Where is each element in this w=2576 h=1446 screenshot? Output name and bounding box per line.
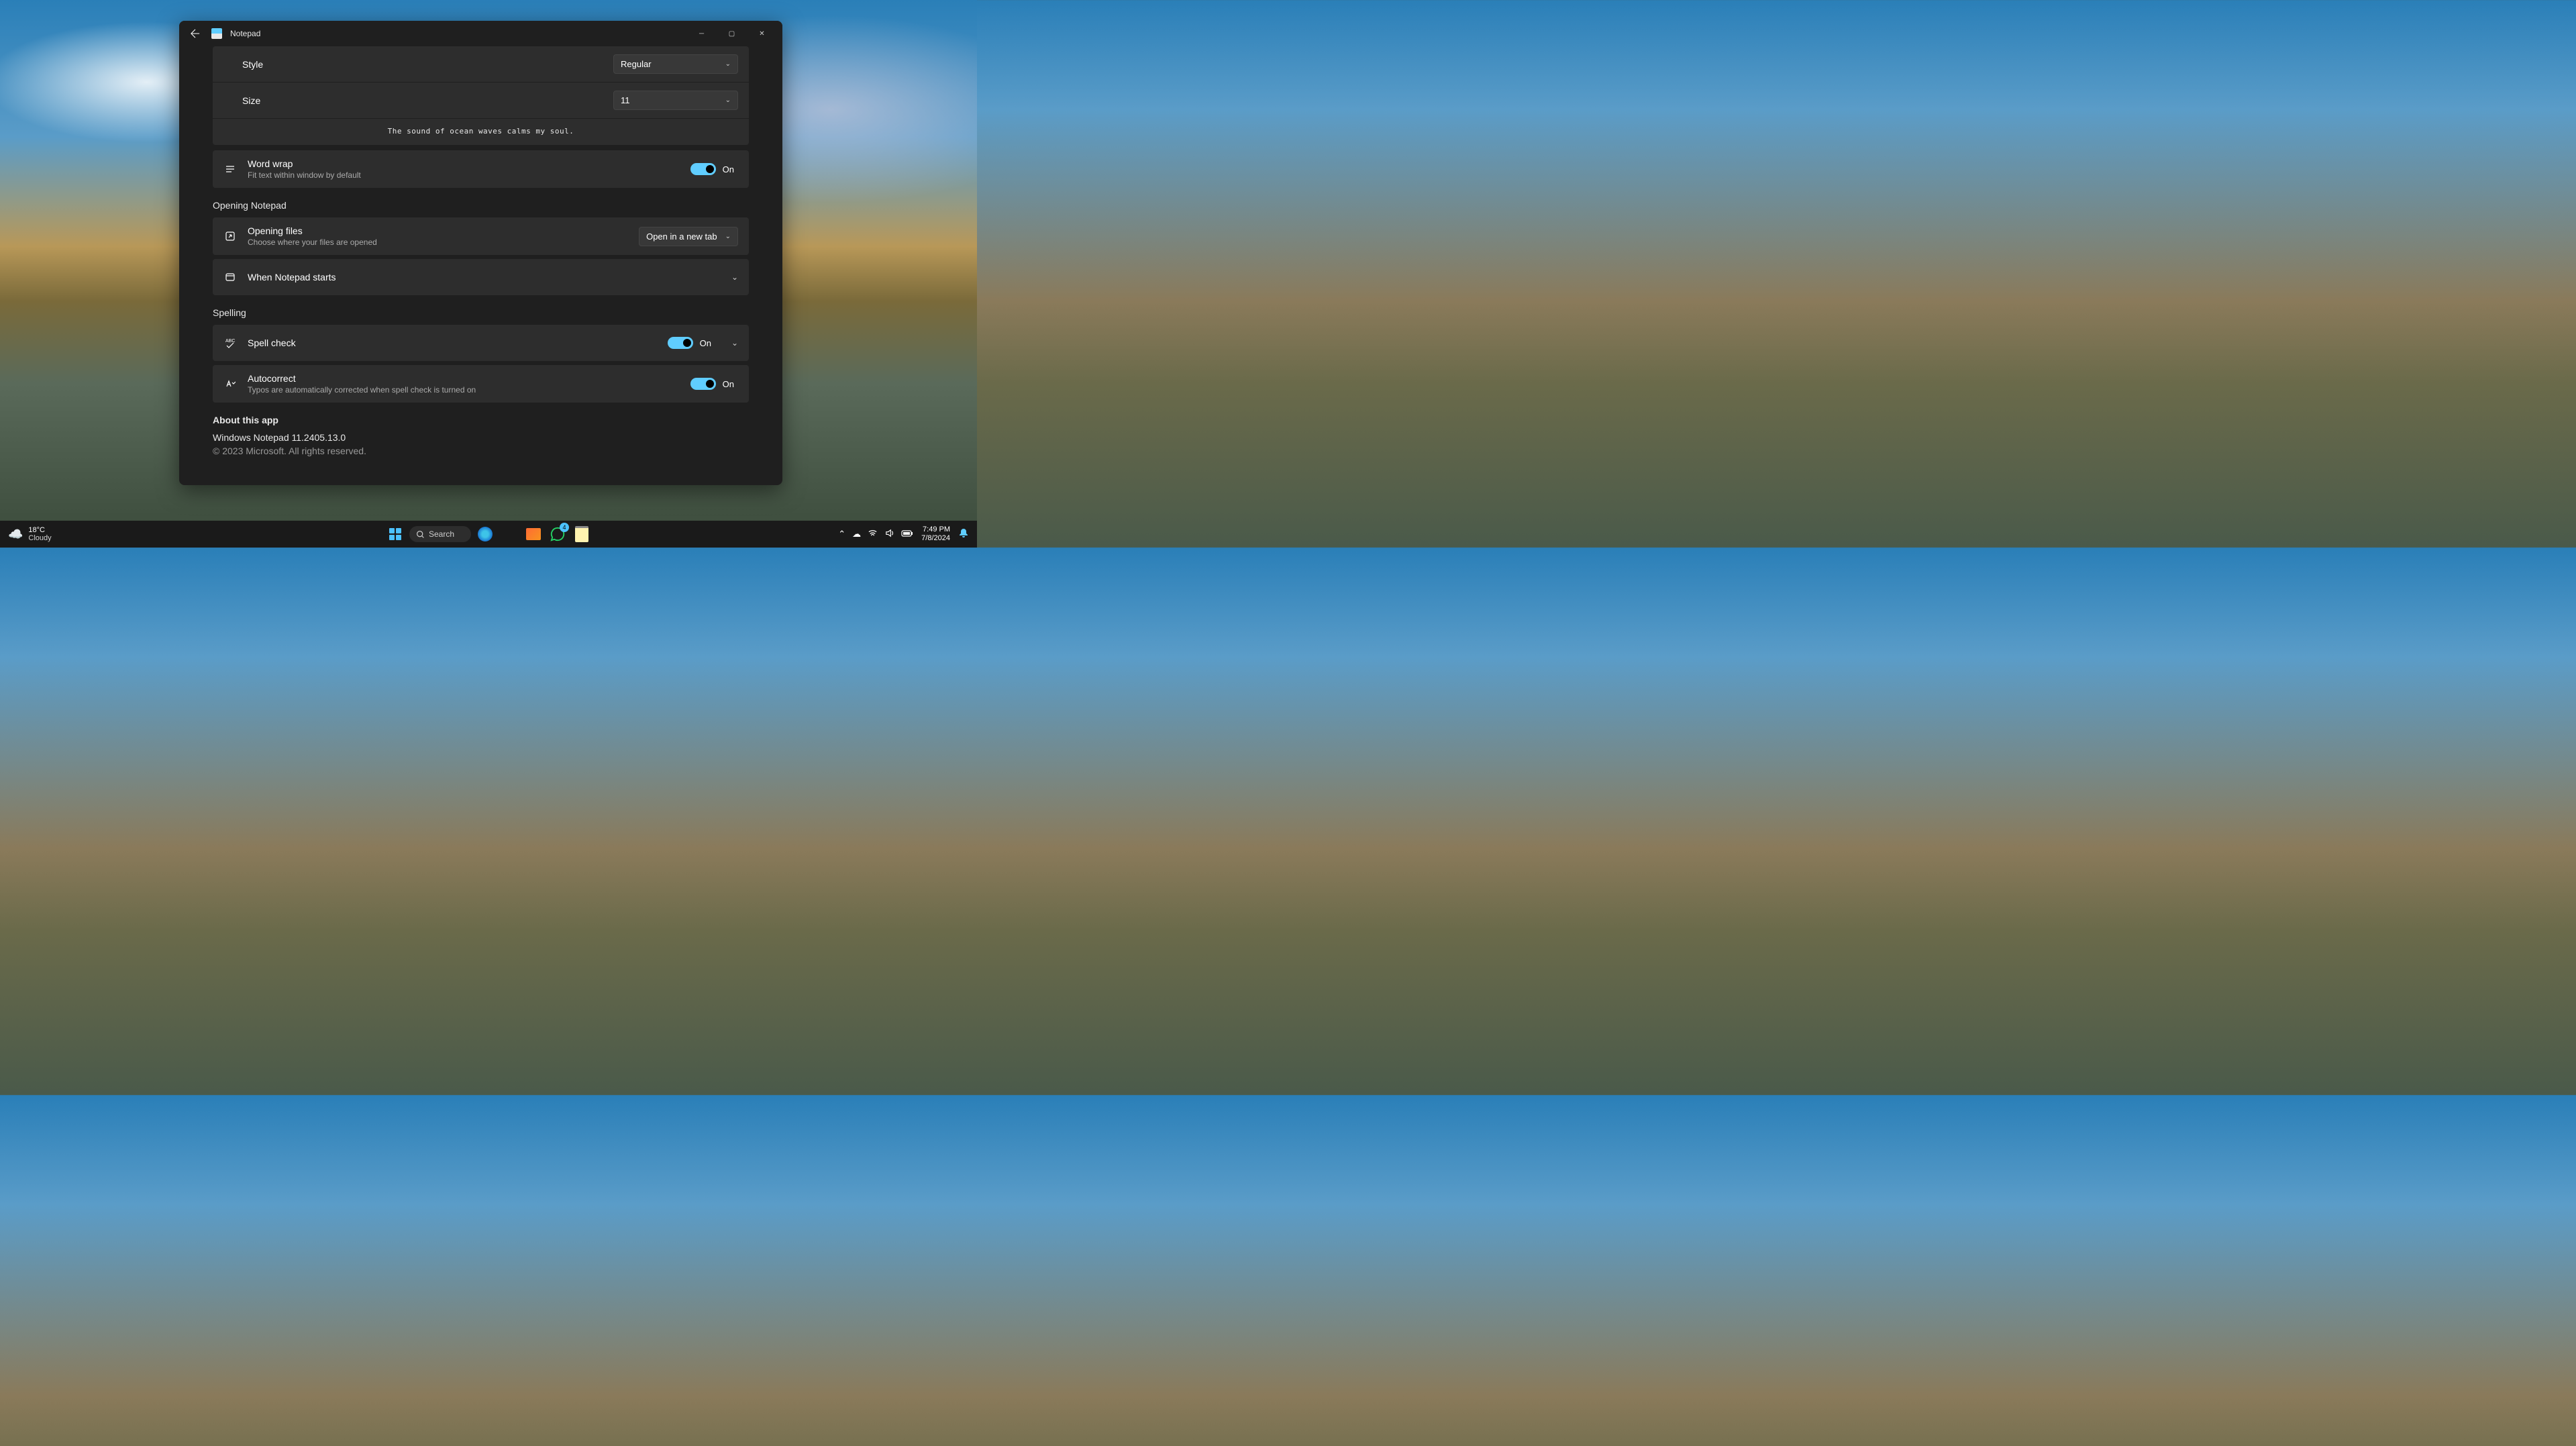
autocorrect-title: Autocorrect [248, 373, 690, 384]
settings-content: Style Regular ⌄ Size 11 ⌄ The sound of o… [179, 46, 782, 485]
font-size-value: 11 [621, 95, 630, 105]
weather-widget[interactable]: ☁️ 18°C Cloudy [8, 526, 52, 542]
autocorrect-row: Autocorrect Typos are automatically corr… [213, 365, 749, 403]
opening-files-dropdown[interactable]: Open in a new tab ⌄ [639, 227, 738, 246]
arrow-left-icon [191, 29, 200, 38]
opening-files-desc: Choose where your files are opened [248, 238, 639, 247]
word-wrap-title: Word wrap [248, 158, 690, 169]
font-style-value: Regular [621, 59, 652, 69]
spellcheck-icon: ABC [223, 336, 237, 350]
wifi-icon[interactable] [868, 528, 878, 540]
section-spelling: Spelling [213, 307, 749, 318]
close-button[interactable]: ✕ [747, 23, 777, 44]
svg-text:ABC: ABC [225, 339, 235, 344]
autocorrect-toggle[interactable] [690, 378, 716, 390]
taskbar-whatsapp[interactable]: 4 [548, 524, 568, 544]
weather-temp: 18°C [28, 526, 51, 534]
font-size-dropdown[interactable]: 11 ⌄ [613, 91, 738, 110]
when-starts-title: When Notepad starts [248, 272, 723, 282]
clock-date: 7/8/2024 [921, 534, 950, 543]
section-about: About this app [213, 415, 749, 425]
autocorrect-icon [223, 377, 237, 391]
font-size-label: Size [242, 95, 260, 106]
taskbar-notepad[interactable] [572, 524, 592, 544]
minimize-button[interactable]: ─ [686, 23, 717, 44]
spell-check-title: Spell check [248, 338, 668, 348]
word-wrap-row: Word wrap Fit text within window by defa… [213, 150, 749, 188]
battery-icon[interactable] [901, 529, 913, 539]
font-style-label: Style [242, 59, 263, 70]
titlebar[interactable]: Notepad ─ ▢ ✕ [179, 21, 782, 46]
search-icon [416, 530, 425, 539]
notifications-icon[interactable] [958, 527, 969, 541]
taskbar-slack[interactable] [499, 524, 519, 544]
font-style-dropdown[interactable]: Regular ⌄ [613, 54, 738, 74]
autocorrect-desc: Typos are automatically corrected when s… [248, 385, 690, 395]
spell-check-state: On [700, 338, 711, 348]
font-preview-text: The sound of ocean waves calms my soul. [213, 119, 749, 145]
chevron-down-icon: ⌄ [731, 338, 738, 348]
weather-condition: Cloudy [28, 534, 51, 542]
back-button[interactable] [185, 23, 206, 44]
search-placeholder: Search [429, 529, 454, 539]
chevron-down-icon: ⌄ [731, 272, 738, 282]
spell-check-row[interactable]: ABC Spell check On ⌄ [213, 325, 749, 361]
autocorrect-state: On [723, 379, 734, 389]
word-wrap-desc: Fit text within window by default [248, 170, 690, 180]
opening-files-row: Opening files Choose where your files ar… [213, 217, 749, 255]
start-button[interactable] [385, 524, 405, 544]
font-style-row: Style Regular ⌄ [213, 46, 749, 82]
tray-expand-icon[interactable]: ⌃ [838, 529, 845, 539]
notepad-icon [211, 28, 222, 39]
clock-time: 7:49 PM [921, 525, 950, 534]
opening-files-value: Open in a new tab [646, 231, 717, 242]
window-icon [223, 270, 237, 284]
cloud-icon: ☁️ [8, 527, 23, 541]
opening-files-title: Opening files [248, 225, 639, 236]
whatsapp-badge: 4 [560, 523, 569, 532]
notepad-settings-window: Notepad ─ ▢ ✕ Style Regular ⌄ Size 11 [179, 21, 782, 485]
word-wrap-state: On [723, 164, 734, 174]
taskbar-files[interactable] [523, 524, 544, 544]
maximize-button[interactable]: ▢ [717, 23, 747, 44]
word-wrap-icon [223, 162, 237, 176]
chevron-down-icon: ⌄ [725, 233, 731, 240]
window-title: Notepad [230, 29, 260, 38]
taskbar: ☁️ 18°C Cloudy Search 4 ⌃ ☁ [0, 521, 977, 548]
about-copyright: © 2023 Microsoft. All rights reserved. [213, 446, 749, 456]
word-wrap-toggle[interactable] [690, 163, 716, 175]
open-external-icon [223, 229, 237, 243]
section-opening-notepad: Opening Notepad [213, 200, 749, 211]
taskbar-edge[interactable] [475, 524, 495, 544]
chevron-down-icon: ⌄ [725, 60, 731, 68]
taskbar-clock[interactable]: 7:49 PM 7/8/2024 [921, 525, 950, 543]
taskbar-search[interactable]: Search [409, 526, 471, 542]
when-notepad-starts-row[interactable]: When Notepad starts ⌄ [213, 259, 749, 295]
chevron-down-icon: ⌄ [725, 97, 731, 104]
font-size-row: Size 11 ⌄ [213, 83, 749, 118]
about-version: Windows Notepad 11.2405.13.0 [213, 432, 749, 443]
volume-icon[interactable] [884, 528, 894, 540]
onedrive-icon[interactable]: ☁ [852, 529, 861, 539]
spell-check-toggle[interactable] [668, 337, 693, 349]
